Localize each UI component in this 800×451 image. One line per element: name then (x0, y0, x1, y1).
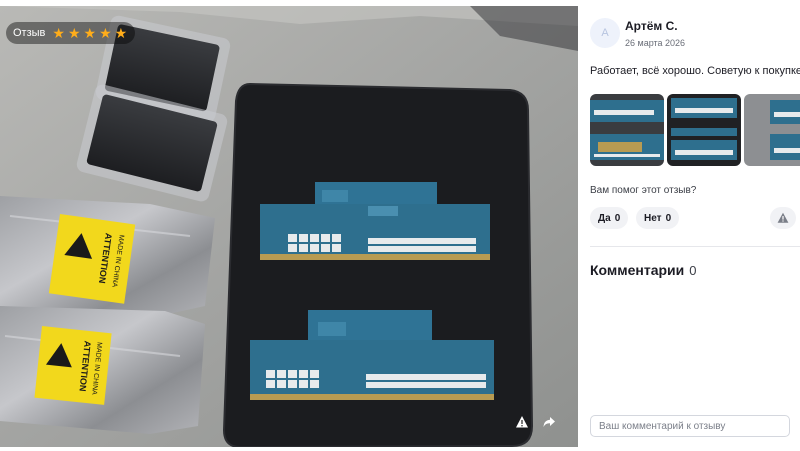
vote-yes-label: Да (598, 212, 611, 224)
avatar[interactable]: А (590, 18, 620, 48)
comment-input[interactable] (590, 415, 790, 437)
rating-badge: Отзыв ★ ★ ★ ★ ★ (6, 22, 136, 44)
photo-thumbnails (590, 94, 800, 166)
author-meta: Артём С. 26 марта 2026 (625, 19, 685, 48)
vote-no-count: 0 (665, 212, 672, 224)
photo-thumbnail[interactable] (667, 94, 741, 166)
star-icon: ★ (83, 25, 97, 41)
photo-thumbnail[interactable] (590, 94, 664, 166)
share-arrow-icon (543, 417, 555, 427)
vote-yes-count: 0 (614, 212, 621, 224)
star-icon: ★ (114, 25, 128, 41)
thumbnail-image (667, 94, 741, 166)
comments-header: Комментарии 0 (590, 262, 697, 278)
author-name[interactable]: Артём С. (625, 19, 685, 33)
vote-no-label: Нет (644, 212, 662, 224)
vote-yes-button[interactable]: Да 0 (590, 207, 629, 229)
review-viewer: ATTENTION MADE IN CHINA ATTENTION MADE I… (0, 0, 800, 451)
star-icon: ★ (67, 25, 81, 41)
vote-no-button[interactable]: Нет 0 (636, 207, 680, 229)
star-icon: ★ (99, 25, 112, 41)
photo-scene: ATTENTION MADE IN CHINA ATTENTION MADE I… (0, 6, 578, 447)
rating-label: Отзыв (13, 27, 46, 39)
thumbnail-image (590, 94, 664, 166)
review-date: 26 марта 2026 (625, 37, 686, 48)
alert-icon (777, 212, 789, 223)
report-photo-button[interactable] (510, 410, 534, 434)
comments-count: 0 (689, 263, 697, 278)
thumbnail-image (744, 94, 800, 166)
report-review-button[interactable] (770, 207, 796, 229)
review-text: Работает, всё хорошо. Советую к покупке. (590, 65, 800, 77)
alert-icon (516, 416, 528, 428)
photo-thumbnail[interactable] (744, 94, 800, 166)
divider (590, 246, 800, 247)
share-button[interactable] (537, 410, 561, 434)
review-author: А Артём С. 26 марта 2026 (590, 18, 685, 48)
comments-title: Комментарии (590, 262, 685, 278)
review-panel: А Артём С. 26 марта 2026 Работает, всё х… (578, 0, 800, 451)
helpful-question: Вам помог этот отзыв? (590, 185, 697, 196)
review-photo[interactable]: ATTENTION MADE IN CHINA ATTENTION MADE I… (0, 6, 578, 447)
star-icon: ★ (52, 25, 65, 41)
